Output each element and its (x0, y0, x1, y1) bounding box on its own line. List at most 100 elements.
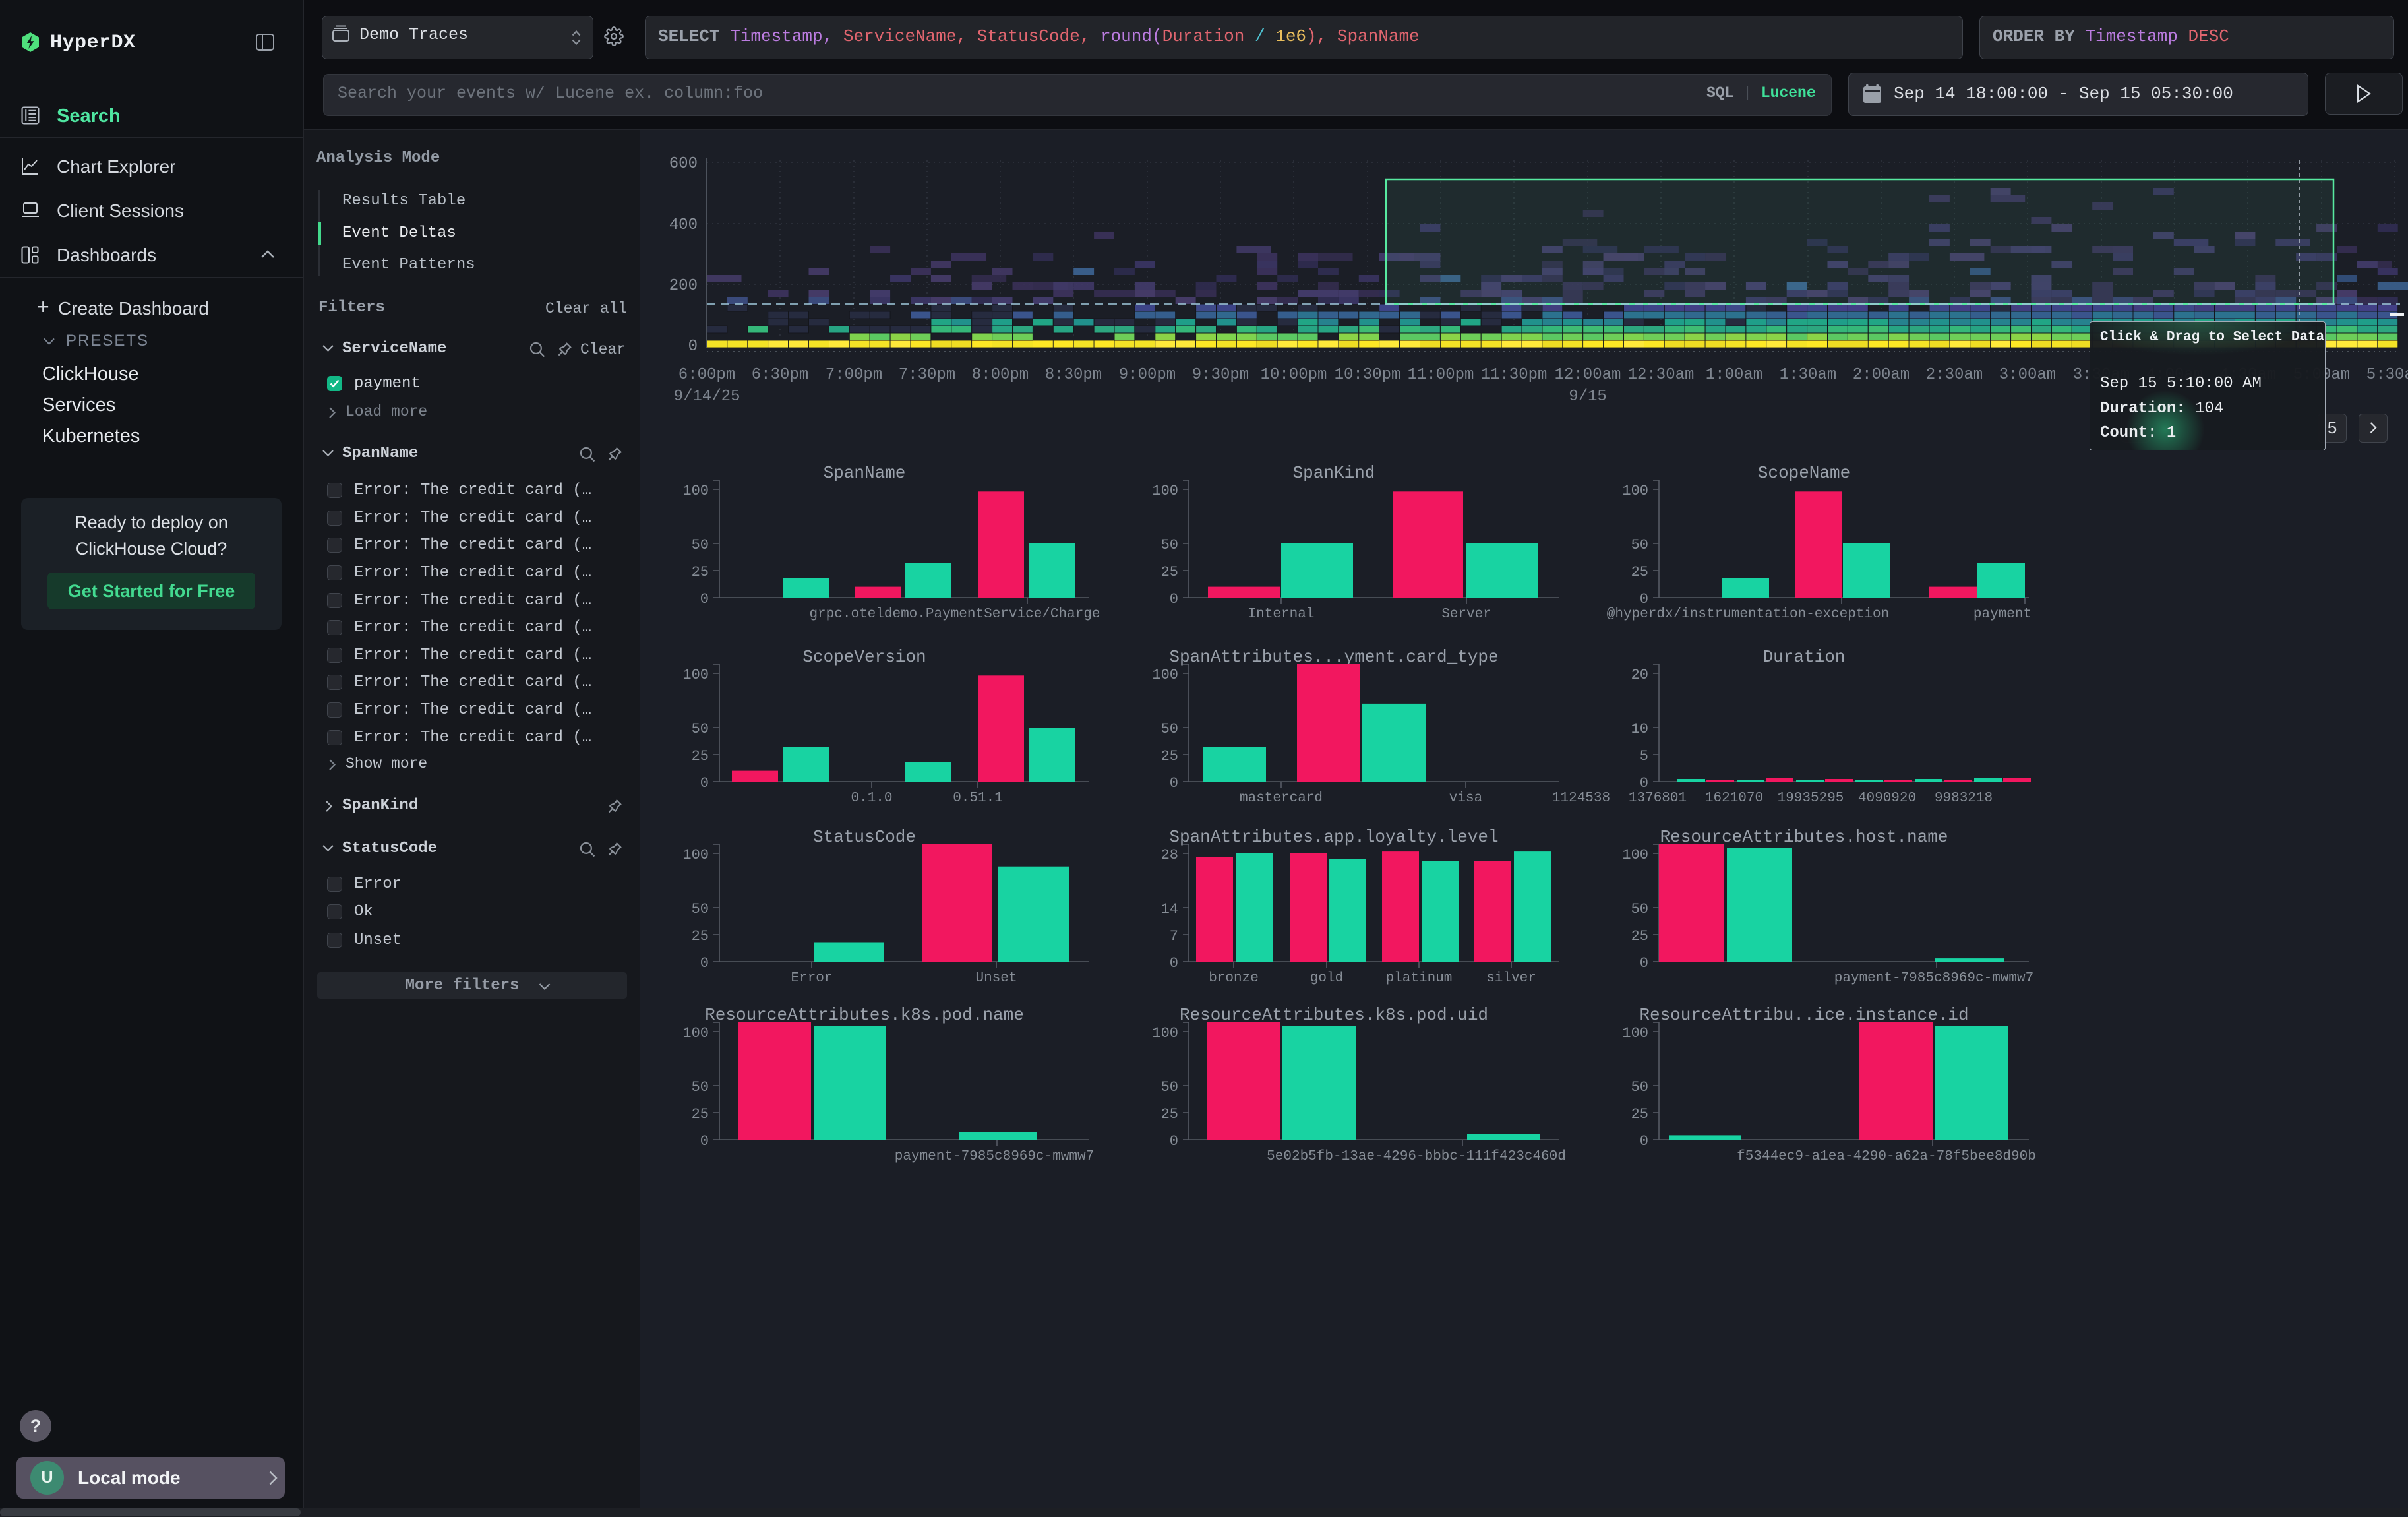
svg-text:Duration: Duration (1763, 647, 1846, 667)
svg-text:1:00am: 1:00am (1706, 366, 1762, 384)
svg-text:1621070: 1621070 (1705, 791, 1763, 806)
svg-text:8:30pm: 8:30pm (1045, 366, 1102, 384)
svg-text:SpanKind: SpanKind (1293, 463, 1375, 483)
svg-text:25: 25 (692, 748, 709, 764)
svg-text:ResourceAttributes.host.name: ResourceAttributes.host.name (1660, 827, 1948, 847)
svg-text:2:30am: 2:30am (1926, 366, 1983, 384)
svg-text:SpanName: SpanName (824, 463, 906, 483)
svg-text:20: 20 (1631, 667, 1648, 683)
svg-text:25: 25 (692, 564, 709, 580)
svg-text:@hyperdx/instrumentation-excep: @hyperdx/instrumentation-exception (1607, 607, 1889, 622)
svg-text:25: 25 (692, 928, 709, 944)
svg-text:0: 0 (700, 1133, 709, 1150)
svg-text:1124538: 1124538 (1552, 791, 1610, 806)
svg-text:50: 50 (1161, 721, 1178, 737)
svg-text:9:00pm: 9:00pm (1119, 366, 1176, 384)
svg-text:visa: visa (1449, 791, 1482, 806)
svg-text:10: 10 (1631, 721, 1648, 737)
svg-text:Internal: Internal (1248, 607, 1315, 622)
svg-text:50: 50 (1161, 537, 1178, 553)
svg-text:4090920: 4090920 (1858, 791, 1916, 806)
svg-text:25: 25 (1161, 748, 1178, 764)
svg-text:100: 100 (1622, 483, 1648, 499)
svg-text:600: 600 (669, 155, 698, 173)
svg-text:payment: payment (1973, 607, 2032, 622)
svg-text:0: 0 (688, 338, 698, 356)
svg-text:12:00am: 12:00am (1555, 366, 1621, 384)
svg-text:gold: gold (1310, 971, 1343, 986)
svg-text:7:30pm: 7:30pm (899, 366, 955, 384)
svg-text:10:00pm: 10:00pm (1261, 366, 1327, 384)
svg-text:StatusCode: StatusCode (813, 827, 916, 847)
svg-text:7: 7 (1170, 928, 1178, 944)
svg-text:8:00pm: 8:00pm (972, 366, 1029, 384)
svg-text:100: 100 (1622, 1025, 1648, 1041)
svg-text:50: 50 (692, 901, 709, 917)
svg-text:100: 100 (682, 847, 709, 863)
svg-text:6:00pm: 6:00pm (678, 366, 735, 384)
svg-text:grpc.oteldemo.PaymentService/C: grpc.oteldemo.PaymentService/Charge (809, 607, 1100, 622)
svg-text:9/15: 9/15 (1569, 388, 1607, 406)
svg-text:9:30pm: 9:30pm (1192, 366, 1249, 384)
svg-text:50: 50 (692, 1079, 709, 1096)
svg-text:50: 50 (692, 537, 709, 553)
svg-text:0: 0 (700, 775, 709, 791)
svg-text:0.1.0: 0.1.0 (851, 791, 892, 806)
svg-text:200: 200 (669, 277, 698, 295)
svg-text:25: 25 (1161, 564, 1178, 580)
svg-text:100: 100 (1152, 1025, 1178, 1041)
svg-text:ResourceAttributes.k8s.pod.uid: ResourceAttributes.k8s.pod.uid (1180, 1005, 1488, 1025)
svg-text:100: 100 (682, 667, 709, 683)
svg-text:50: 50 (1631, 537, 1648, 553)
svg-text:ScopeVersion: ScopeVersion (802, 647, 926, 667)
svg-text:f5344ec9-a1ea-4290-a62a-78f5be: f5344ec9-a1ea-4290-a62a-78f5bee8d90b (1737, 1149, 2036, 1164)
svg-text:platinum: platinum (1386, 971, 1453, 986)
svg-text:1:30am: 1:30am (1780, 366, 1836, 384)
svg-text:ScopeName: ScopeName (1758, 463, 1850, 483)
svg-text:0: 0 (1640, 955, 1648, 972)
svg-text:7:00pm: 7:00pm (826, 366, 882, 384)
svg-text:14: 14 (1161, 901, 1178, 917)
svg-text:SpanAttributes...yment.card_ty: SpanAttributes...yment.card_type (1169, 647, 1498, 667)
svg-text:Server: Server (1441, 607, 1491, 622)
svg-text:11:30pm: 11:30pm (1481, 366, 1548, 384)
svg-text:100: 100 (682, 483, 709, 499)
svg-text:Error: Error (791, 971, 832, 986)
svg-text:50: 50 (1631, 901, 1648, 917)
svg-text:ResourceAttributes.k8s.pod.nam: ResourceAttributes.k8s.pod.name (705, 1005, 1024, 1025)
svg-text:25: 25 (1631, 928, 1648, 944)
svg-text:2:00am: 2:00am (1853, 366, 1910, 384)
svg-text:100: 100 (1152, 483, 1178, 499)
svg-text:bronze: bronze (1209, 971, 1259, 986)
svg-text:0: 0 (1170, 775, 1178, 791)
svg-text:3:00am: 3:00am (1999, 366, 2056, 384)
svg-text:19935295: 19935295 (1778, 791, 1844, 806)
svg-text:50: 50 (1161, 1079, 1178, 1096)
svg-text:5: 5 (1640, 748, 1648, 764)
svg-text:0: 0 (1640, 775, 1648, 791)
svg-text:mastercard: mastercard (1240, 791, 1323, 806)
svg-text:28: 28 (1161, 847, 1178, 863)
svg-text:1376801: 1376801 (1629, 791, 1687, 806)
svg-text:11:00pm: 11:00pm (1408, 366, 1474, 384)
svg-text:0: 0 (700, 955, 709, 972)
svg-text:Unset: Unset (975, 971, 1017, 986)
svg-text:50: 50 (692, 721, 709, 737)
svg-text:0.51.1: 0.51.1 (953, 791, 1003, 806)
svg-text:ResourceAttribu..ice.instance.: ResourceAttribu..ice.instance.id (1639, 1005, 1968, 1025)
svg-text:5:30am: 5:30am (2366, 366, 2408, 384)
svg-text:payment-7985c8969c-mwmw7: payment-7985c8969c-mwmw7 (895, 1149, 1094, 1164)
svg-text:400: 400 (669, 216, 698, 234)
svg-text:0: 0 (1640, 591, 1648, 607)
svg-text:9983218: 9983218 (1935, 791, 1993, 806)
svg-text:12:30am: 12:30am (1628, 366, 1695, 384)
svg-text:payment-7985c8969c-mwmw7: payment-7985c8969c-mwmw7 (1834, 971, 2033, 986)
svg-text:25: 25 (1161, 1106, 1178, 1123)
svg-text:0: 0 (1170, 955, 1178, 972)
svg-text:10:30pm: 10:30pm (1335, 366, 1401, 384)
svg-text:0: 0 (1640, 1133, 1648, 1150)
svg-text:SpanAttributes.app.loyalty.lev: SpanAttributes.app.loyalty.level (1169, 827, 1498, 847)
svg-text:0: 0 (700, 591, 709, 607)
svg-text:25: 25 (692, 1106, 709, 1123)
svg-text:0: 0 (1170, 591, 1178, 607)
